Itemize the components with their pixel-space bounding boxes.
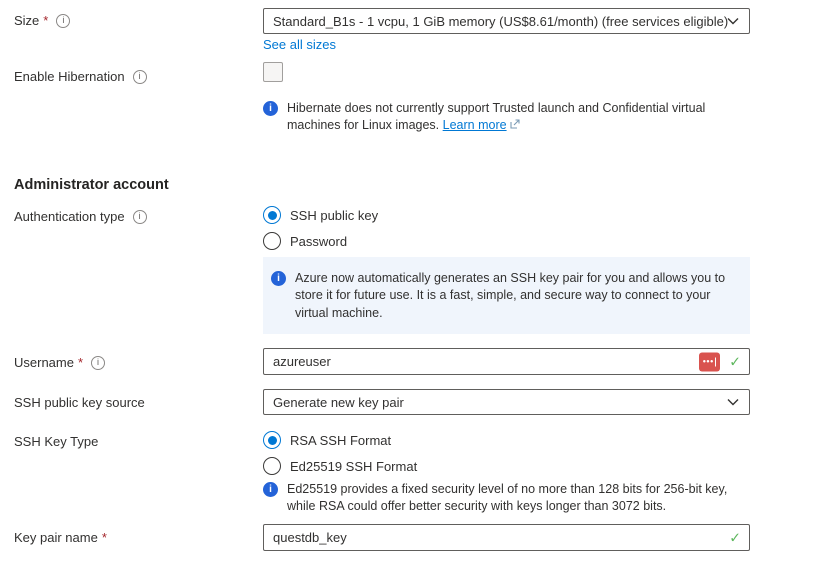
key-type-label: SSH Key Type	[14, 434, 98, 449]
ed25519-note: i Ed25519 provides a fixed security leve…	[263, 481, 750, 515]
auth-type-label: Authentication type i	[14, 209, 147, 224]
ed25519-note-text: Ed25519 provides a fixed security level …	[287, 481, 750, 515]
username-field-wrap: ••• ✓	[263, 348, 750, 375]
username-label: Username * i	[14, 355, 105, 370]
size-label: Size * i	[14, 13, 70, 28]
auth-radio-ssh-label: SSH public key	[290, 208, 378, 223]
radio-unselected-icon	[263, 457, 281, 475]
info-icon: i	[263, 101, 278, 116]
key-type-radio-ed25519-label: Ed25519 SSH Format	[290, 459, 417, 474]
keypair-name-label-text: Key pair name	[14, 530, 98, 545]
password-manager-autofill-icon[interactable]: •••	[699, 352, 720, 371]
auth-radio-ssh[interactable]: SSH public key	[263, 205, 378, 225]
keypair-name-label: Key pair name *	[14, 530, 107, 545]
required-mark: *	[102, 530, 107, 545]
hibernation-label-text: Enable Hibernation	[14, 69, 125, 84]
vm-create-form: Size * i Standard_B1s - 1 vcpu, 1 GiB mem…	[0, 0, 833, 570]
hibernation-note-text: Hibernate does not currently support Tru…	[287, 100, 741, 134]
auth-radio-password-label: Password	[290, 234, 347, 249]
size-select[interactable]: Standard_B1s - 1 vcpu, 1 GiB memory (US$…	[263, 8, 750, 34]
auth-type-tooltip-icon[interactable]: i	[133, 210, 147, 224]
hibernation-checkbox[interactable]	[263, 62, 283, 82]
size-label-text: Size	[14, 13, 39, 28]
learn-more-link[interactable]: Learn more	[443, 118, 507, 132]
ssh-keypair-infobox-text: Azure now automatically generates an SSH…	[295, 270, 736, 322]
radio-unselected-icon	[263, 232, 281, 250]
key-type-radio-ed25519[interactable]: Ed25519 SSH Format	[263, 456, 417, 476]
key-type-radio-rsa-label: RSA SSH Format	[290, 433, 391, 448]
key-type-label-text: SSH Key Type	[14, 434, 98, 449]
keypair-name-input[interactable]	[263, 524, 750, 551]
keypair-name-field-wrap: ✓	[263, 524, 750, 551]
key-source-select-value: Generate new key pair	[273, 395, 404, 410]
username-input[interactable]	[263, 348, 750, 375]
autofill-dots: •••	[703, 357, 714, 367]
chevron-down-icon	[727, 17, 739, 25]
size-select-value: Standard_B1s - 1 vcpu, 1 GiB memory (US$…	[273, 14, 728, 29]
external-link-icon	[510, 117, 520, 134]
username-label-text: Username	[14, 355, 74, 370]
key-source-label: SSH public key source	[14, 395, 145, 410]
ssh-keypair-infobox: i Azure now automatically generates an S…	[263, 257, 750, 334]
key-source-select[interactable]: Generate new key pair	[263, 389, 750, 415]
auth-radio-password[interactable]: Password	[263, 231, 347, 251]
chevron-down-icon	[727, 398, 739, 406]
key-source-label-text: SSH public key source	[14, 395, 145, 410]
required-mark: *	[43, 13, 48, 28]
required-mark: *	[78, 355, 83, 370]
radio-selected-icon	[263, 431, 281, 449]
hibernation-tooltip-icon[interactable]: i	[133, 70, 147, 84]
info-icon: i	[271, 271, 286, 286]
key-type-radio-rsa[interactable]: RSA SSH Format	[263, 430, 391, 450]
username-tooltip-icon[interactable]: i	[91, 356, 105, 370]
admin-account-heading: Administrator account	[14, 177, 169, 193]
size-tooltip-icon[interactable]: i	[56, 14, 70, 28]
radio-selected-icon	[263, 206, 281, 224]
hibernation-label: Enable Hibernation i	[14, 69, 147, 84]
see-all-sizes-link[interactable]: See all sizes	[263, 37, 336, 52]
info-icon: i	[263, 482, 278, 497]
hibernation-note: i Hibernate does not currently support T…	[263, 100, 741, 134]
auth-type-label-text: Authentication type	[14, 209, 125, 224]
